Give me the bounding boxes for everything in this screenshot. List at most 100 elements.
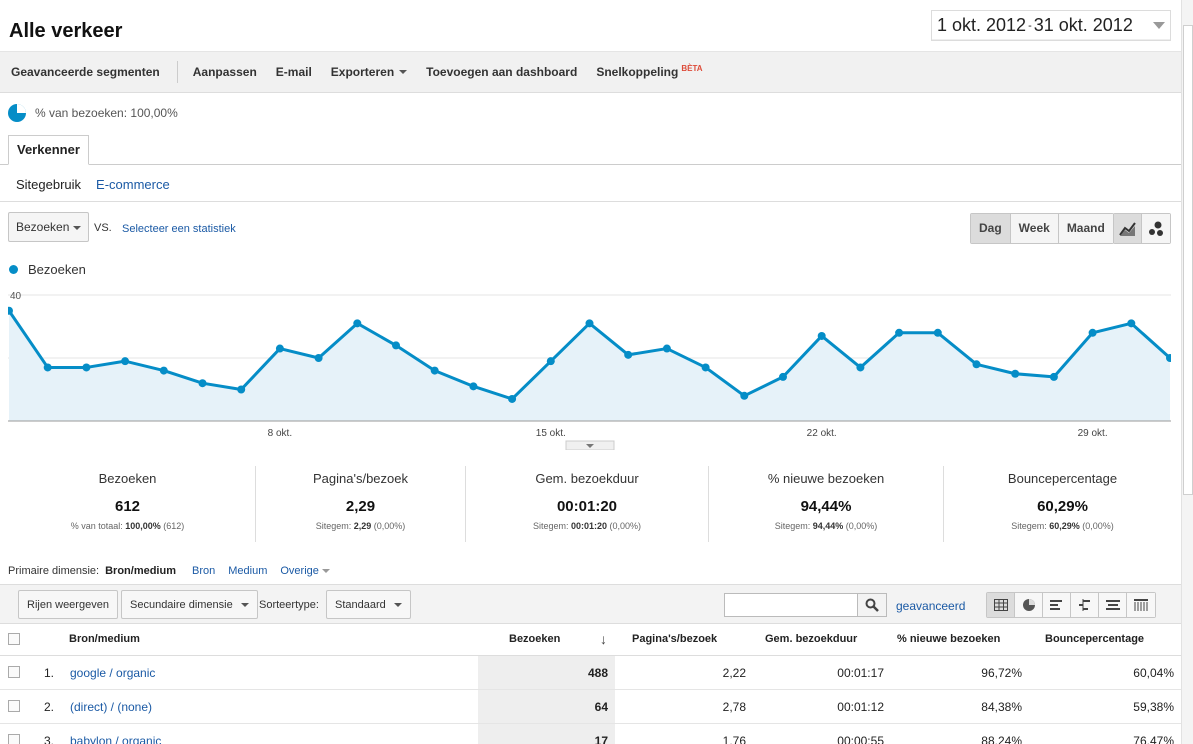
period-month-button[interactable]: Maand	[1058, 214, 1113, 243]
metric-visits: Bezoeken 612 % van totaal: 100,00% (612)	[0, 466, 256, 542]
x-tick-label: 22 okt.	[807, 428, 837, 439]
bar-list-icon	[1049, 600, 1062, 610]
metric-sub-suffix: (612)	[160, 521, 185, 531]
dimension-source-link[interactable]: Bron	[192, 565, 215, 577]
search-icon	[865, 598, 879, 612]
data-point	[469, 382, 478, 391]
export-label: Exporteren	[330, 65, 395, 79]
primary-dimension-label: Primaire dimensie:	[8, 565, 100, 577]
row-pages: 2,78	[722, 700, 746, 714]
explorer-subnav: Sitegebruik E-commerce	[16, 177, 185, 192]
visits-line-chart[interactable]: 20408 okt.15 okt.22 okt.29 okt.	[8, 285, 1171, 450]
data-point	[895, 328, 904, 337]
view-pivot-button[interactable]	[1127, 593, 1155, 617]
date-separator: -	[1028, 19, 1032, 32]
vs-label: VS.	[94, 222, 112, 234]
select-statistic-link[interactable]: Selecteer een statistiek	[122, 223, 236, 235]
view-percentage-button[interactable]	[1015, 593, 1043, 617]
subnav-ecommerce[interactable]: E-commerce	[96, 177, 170, 192]
column-pages-per-visit[interactable]: Pagina's/bezoek	[632, 633, 717, 645]
advanced-segments-button[interactable]: Geavanceerde segmenten	[11, 65, 160, 79]
sort-type-select[interactable]: Standaard	[326, 590, 411, 619]
motion-chart-button[interactable]	[1142, 214, 1170, 243]
data-point	[392, 341, 400, 350]
advanced-filter-link[interactable]: geavanceerd	[896, 599, 965, 613]
x-tick-label: 29 okt.	[1078, 428, 1108, 439]
line-chart-button[interactable]	[1114, 214, 1142, 243]
view-performance-button[interactable]	[1043, 593, 1071, 617]
metric-sub: % van totaal: 100,00% (612)	[0, 521, 255, 531]
row-source-link[interactable]: babylon / organic	[70, 734, 161, 744]
table-row: 1. google / organic 488 2,22 00:01:17 96…	[0, 656, 1181, 690]
column-visits[interactable]: Bezoeken	[509, 633, 560, 645]
search-button[interactable]	[857, 594, 886, 616]
comparison-icon	[1078, 599, 1090, 611]
column-source-medium[interactable]: Bron/medium	[69, 633, 140, 645]
sort-arrow-down-icon[interactable]: ↓	[600, 631, 607, 647]
page-header: Alle verkeer 1 okt. 2012 - 31 okt. 2012	[0, 0, 1181, 52]
data-point	[237, 385, 246, 394]
view-data-button[interactable]	[987, 593, 1015, 617]
data-point	[1127, 319, 1136, 328]
column-new-visits[interactable]: % nieuwe bezoeken	[897, 633, 1000, 645]
metric-label: Gem. bezoekduur	[535, 471, 639, 486]
page-scrollbar[interactable]	[1181, 0, 1193, 744]
email-button[interactable]: E-mail	[276, 65, 312, 79]
select-all-checkbox[interactable]	[8, 633, 20, 645]
table-header: Bron/medium Bezoeken ↓ Pagina's/bezoek G…	[0, 624, 1181, 656]
data-point	[1049, 372, 1058, 381]
metric-sub: Sitegem: 2,29 (0,00%)	[256, 521, 465, 531]
row-checkbox[interactable]	[8, 734, 20, 744]
metric-sub-value: 60,29%	[1049, 521, 1080, 531]
row-visits: 64	[594, 700, 608, 714]
shortcut-button[interactable]: Snelkoppeling BÈTA	[596, 64, 702, 80]
metric-sub-value: 00:01:20	[570, 521, 608, 531]
metric-label: Bezoeken	[98, 471, 157, 486]
table-search-input[interactable]	[725, 594, 855, 616]
chevron-down-icon	[240, 602, 249, 607]
segment-indicator[interactable]: % van bezoeken: 100,00%	[8, 104, 178, 122]
metric-value: 00:01:20	[556, 498, 618, 515]
row-duration: 00:01:17	[837, 666, 884, 680]
shortcut-label: Snelkoppeling	[596, 65, 679, 79]
toolbar-divider	[176, 61, 178, 83]
dimension-medium-link[interactable]: Medium	[228, 565, 267, 577]
metric-value: 94,44%	[800, 498, 852, 515]
period-day-button[interactable]: Dag	[971, 214, 1011, 243]
secondary-dimension-label: Secundaire dimensie	[130, 598, 233, 611]
tab-explorer[interactable]: Verkenner	[8, 135, 89, 165]
customize-button[interactable]: Aanpassen	[193, 65, 257, 79]
x-tick-label: 8 okt.	[268, 428, 292, 439]
period-week-button[interactable]: Week	[1010, 214, 1059, 243]
date-range-picker[interactable]: 1 okt. 2012 - 31 okt. 2012	[931, 10, 1171, 41]
row-bounce: 59,38%	[1133, 700, 1174, 714]
metric-sub-value: 94,44%	[812, 521, 844, 531]
row-visits: 17	[594, 734, 608, 744]
row-duration: 00:01:12	[837, 700, 884, 714]
view-term-cloud-button[interactable]	[1099, 593, 1127, 617]
chevron-down-icon	[399, 70, 408, 74]
row-source-link[interactable]: (direct) / (none)	[70, 700, 152, 714]
subnav-divider	[0, 201, 1181, 202]
show-rows-button[interactable]: Rijen weergeven	[18, 590, 118, 619]
subnav-site-usage[interactable]: Sitegebruik	[16, 177, 81, 192]
scrollbar-thumb[interactable]	[1183, 25, 1193, 495]
row-checkbox[interactable]	[8, 700, 20, 712]
row-bounce: 76,47%	[1133, 734, 1174, 744]
row-source-link[interactable]: google / organic	[70, 666, 155, 680]
column-avg-duration[interactable]: Gem. bezoekduur	[765, 633, 857, 645]
view-comparison-button[interactable]	[1071, 593, 1099, 617]
table-search	[724, 593, 887, 617]
row-checkbox[interactable]	[8, 666, 20, 678]
primary-dimension-current: Bron/medium	[105, 565, 176, 577]
add-to-dashboard-button[interactable]: Toevoegen aan dashboard	[426, 65, 577, 79]
secondary-dimension-select[interactable]: Secundaire dimensie	[121, 590, 258, 619]
export-button[interactable]: Exporteren	[330, 65, 408, 79]
report-toolbar: Geavanceerde segmenten Aanpassen E-mail …	[0, 52, 1181, 93]
table-row: 3. babylon / organic 17 1,76 00:00:55 88…	[0, 724, 1181, 744]
metric-select[interactable]: Bezoeken	[8, 212, 89, 242]
column-bounce-rate[interactable]: Bouncepercentage	[1045, 633, 1144, 645]
data-point	[430, 366, 439, 375]
dimension-other-dropdown[interactable]: Overige	[280, 565, 330, 577]
metric-sub-suffix: (0,00%)	[607, 521, 642, 531]
